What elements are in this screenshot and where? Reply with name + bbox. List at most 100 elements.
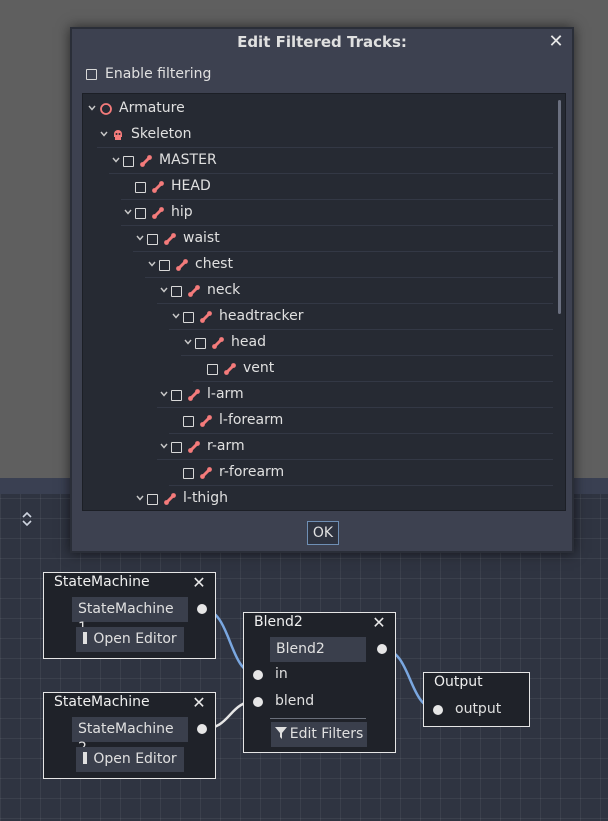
- chevron-down-icon[interactable]: [183, 337, 193, 347]
- blend-port[interactable]: [253, 697, 263, 707]
- blend2-node[interactable]: Blend2 ✕ Blend2 in blend Edit Filters: [243, 612, 396, 753]
- close-icon[interactable]: ✕: [191, 574, 207, 592]
- node-name-field[interactable]: StateMachine 1: [72, 597, 188, 636]
- in-slot-label: in: [275, 666, 288, 682]
- bone-icon: [163, 492, 177, 506]
- track-checkbox[interactable]: [147, 234, 158, 245]
- tree-item-headtracker[interactable]: headtracker: [83, 304, 553, 330]
- node-name-field[interactable]: StateMachine 2: [72, 717, 188, 756]
- track-checkbox[interactable]: [171, 442, 182, 453]
- tree-item-label: neck: [207, 282, 241, 298]
- tree-item-label: headtracker: [219, 308, 304, 324]
- bone-icon: [151, 180, 165, 194]
- tree-item-l-thigh[interactable]: l-thigh: [83, 486, 553, 510]
- node-separator: [270, 718, 366, 719]
- close-icon[interactable]: ✕: [371, 614, 387, 632]
- open-editor-button[interactable]: Open Editor: [76, 627, 184, 652]
- tree-scrollbar[interactable]: [558, 100, 561, 314]
- chevron-down-icon[interactable]: [159, 441, 169, 451]
- edit-filters-label: Edit Filters: [289, 726, 364, 742]
- tree-item-head[interactable]: HEAD: [83, 174, 553, 200]
- dialog-title: Edit Filtered Tracks:: [237, 33, 407, 51]
- snap-toggle-icon[interactable]: [10, 506, 44, 532]
- tree-item-hip[interactable]: hip: [83, 200, 553, 226]
- close-icon[interactable]: ✕: [546, 31, 566, 53]
- tree-item-l-forearm[interactable]: l-forearm: [83, 408, 553, 434]
- track-checkbox[interactable]: [171, 390, 182, 401]
- tree-item-r-arm[interactable]: r-arm: [83, 434, 553, 460]
- chevron-down-icon[interactable]: [147, 259, 157, 269]
- edit-filtered-tracks-dialog: Edit Filtered Tracks: ✕ Enable filtering…: [70, 27, 574, 553]
- ok-button[interactable]: OK: [307, 521, 339, 545]
- open-editor-label: Open Editor: [93, 751, 177, 767]
- output-port[interactable]: [377, 644, 387, 654]
- track-checkbox[interactable]: [123, 156, 134, 167]
- tree-item-label: r-forearm: [219, 464, 285, 480]
- tree-item-waist[interactable]: waist: [83, 226, 553, 252]
- skeleton-node-icon: [111, 128, 125, 142]
- tree-item-label: hip: [171, 204, 193, 220]
- output-input-port[interactable]: [433, 705, 443, 715]
- tree-item-label: HEAD: [171, 178, 211, 194]
- chevron-down-icon[interactable]: [87, 103, 97, 113]
- tree-item-label: head: [231, 334, 266, 350]
- bone-icon: [139, 154, 153, 168]
- track-checkbox[interactable]: [159, 260, 170, 271]
- output-node[interactable]: Output output: [423, 672, 530, 727]
- bone-icon: [199, 310, 213, 324]
- open-editor-button[interactable]: Open Editor: [76, 747, 184, 772]
- node-title: StateMachine: [54, 574, 150, 590]
- track-checkbox[interactable]: [171, 286, 182, 297]
- chevron-down-icon[interactable]: [171, 311, 181, 321]
- in-port[interactable]: [253, 670, 263, 680]
- tree-item-label: l-thigh: [183, 490, 228, 506]
- bone-icon: [151, 206, 165, 220]
- node-title: Output: [434, 674, 483, 690]
- tree-item-armature[interactable]: Armature: [83, 96, 553, 122]
- chevron-down-icon[interactable]: [135, 233, 145, 243]
- statemachine-node-1[interactable]: StateMachine ✕ StateMachine 1 Open Edito…: [43, 572, 216, 659]
- statemachine-node-2[interactable]: StateMachine ✕ StateMachine 2 Open Edito…: [43, 692, 216, 779]
- track-checkbox[interactable]: [207, 364, 218, 375]
- tree-item-label: waist: [183, 230, 220, 246]
- track-checkbox[interactable]: [183, 468, 194, 479]
- track-checkbox[interactable]: [195, 338, 206, 349]
- output-port[interactable]: [197, 724, 207, 734]
- track-checkbox[interactable]: [183, 312, 194, 323]
- tracks-tree[interactable]: Armature Skeleton MASTER HEAD hip waist chest n…: [82, 93, 566, 511]
- chevron-down-icon[interactable]: [123, 207, 133, 217]
- chevron-down-icon[interactable]: [99, 129, 109, 139]
- tree-item-head[interactable]: head: [83, 330, 553, 356]
- chevron-down-icon[interactable]: [111, 155, 121, 165]
- track-checkbox[interactable]: [135, 182, 146, 193]
- edit-icon: [83, 632, 88, 644]
- track-checkbox[interactable]: [147, 494, 158, 505]
- tree-item-master[interactable]: MASTER: [83, 148, 553, 174]
- bone-icon: [199, 414, 213, 428]
- bone-icon: [187, 440, 201, 454]
- tree-item-l-arm[interactable]: l-arm: [83, 382, 553, 408]
- node-name-field[interactable]: Blend2: [270, 637, 366, 662]
- enable-filtering-checkbox[interactable]: [86, 68, 97, 80]
- chevron-down-icon[interactable]: [159, 389, 169, 399]
- edit-filters-button[interactable]: Edit Filters: [271, 722, 367, 747]
- node-title: Blend2: [254, 614, 303, 630]
- tree-item-label: r-arm: [207, 438, 245, 454]
- edit-icon: [83, 752, 88, 764]
- tree-item-label: l-arm: [207, 386, 244, 402]
- enable-filtering-row[interactable]: Enable filtering: [86, 66, 211, 82]
- bone-icon: [211, 336, 225, 350]
- tree-item-chest[interactable]: chest: [83, 252, 553, 278]
- tree-item-label: vent: [243, 360, 275, 376]
- close-icon[interactable]: ✕: [191, 694, 207, 712]
- output-slot-label: output: [455, 701, 502, 717]
- output-port[interactable]: [197, 604, 207, 614]
- track-checkbox[interactable]: [135, 208, 146, 219]
- chevron-down-icon[interactable]: [135, 493, 145, 503]
- tree-item-neck[interactable]: neck: [83, 278, 553, 304]
- tree-item-r-forearm[interactable]: r-forearm: [83, 460, 553, 486]
- tree-item-skeleton[interactable]: Skeleton: [83, 122, 553, 148]
- tree-item-vent[interactable]: vent: [83, 356, 553, 382]
- track-checkbox[interactable]: [183, 416, 194, 427]
- chevron-down-icon[interactable]: [159, 285, 169, 295]
